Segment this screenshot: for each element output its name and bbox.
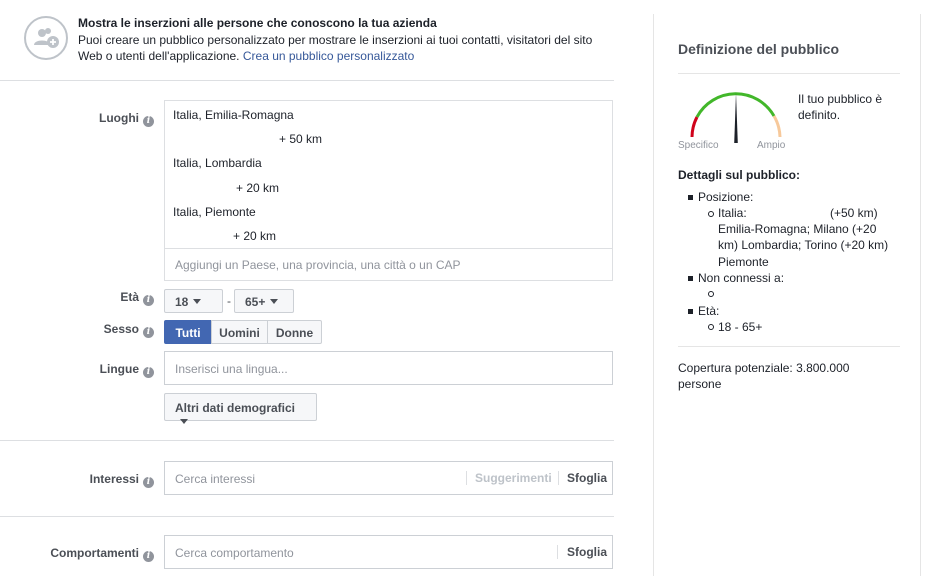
interests-label: Interessi i — [60, 472, 154, 488]
separator — [557, 545, 558, 559]
bullet — [708, 291, 714, 297]
audience-title: Definizione del pubblico — [678, 41, 839, 57]
audience-details-title: Dettagli sul pubblico: — [678, 168, 800, 182]
age-max-dropdown[interactable]: 65+ — [234, 289, 294, 313]
gauge-needle — [734, 93, 738, 143]
info-icon[interactable]: i — [143, 551, 154, 562]
suggestions-link[interactable]: Suggerimenti — [475, 471, 552, 485]
languages-label: Lingue i — [80, 362, 154, 378]
potential-reach: Copertura potenziale: 3.800.000 persone — [678, 361, 850, 391]
custom-audience-banner: Mostra le inserzioni alle persone che co… — [0, 0, 614, 81]
age-min-value: 18 — [175, 295, 189, 309]
gender-men-button[interactable]: Uomini — [211, 320, 268, 344]
panel-divider — [678, 346, 900, 347]
chevron-down-icon — [180, 419, 188, 424]
gauge-label-specific: Specifico — [678, 140, 719, 151]
location-item[interactable]: Italia, Piemonte — [173, 205, 256, 219]
locations-label-text: Luoghi — [99, 111, 139, 125]
browse-interests-link[interactable]: Sfoglia — [567, 471, 607, 485]
info-icon[interactable]: i — [143, 295, 154, 306]
gender-label: Sesso i — [80, 322, 154, 338]
section-divider — [0, 516, 614, 517]
targeting-form: Mostra le inserzioni alle persone che co… — [0, 0, 614, 576]
audience-status: Il tuo pubblico è definito. — [798, 92, 883, 122]
location-item[interactable]: Italia, Emilia-Romagna — [173, 108, 294, 122]
age-label-text: Età — [120, 290, 139, 304]
gender-label-text: Sesso — [103, 322, 139, 336]
interests-label-text: Interessi — [89, 472, 139, 486]
languages-label-text: Lingue — [99, 362, 139, 376]
position-line: km) Lombardia; Torino (+20 km) — [718, 238, 889, 252]
location-radius[interactable]: + 50 km — [279, 132, 322, 146]
position-line: Emilia-Romagna; Milano (+20 — [718, 222, 877, 236]
separator — [466, 471, 467, 485]
section-divider — [0, 440, 614, 441]
age-details-label: Età: — [698, 304, 720, 318]
behaviors-label-text: Comportamenti — [50, 546, 139, 560]
location-search-input[interactable]: Aggiungi un Paese, una provincia, una ci… — [165, 248, 612, 281]
people-add-icon — [24, 16, 68, 60]
language-search-input[interactable]: Inserisci una lingua... — [164, 351, 613, 385]
bullet — [688, 309, 693, 314]
locations-box: Italia, Emilia-Romagna + 50 km Italia, L… — [164, 100, 613, 281]
separator — [558, 471, 559, 485]
location-radius[interactable]: + 20 km — [233, 229, 276, 243]
position-country: Italia: — [718, 206, 747, 220]
info-icon[interactable]: i — [143, 367, 154, 378]
bullet — [708, 211, 714, 217]
audience-gauge — [690, 92, 782, 143]
behaviors-label: Comportamenti i — [30, 546, 154, 562]
gauge-label-broad: Ampio — [757, 140, 786, 151]
locations-label: Luoghi i — [80, 111, 154, 127]
position-radius: (+50 km) — [830, 206, 878, 220]
not-connected-label: Non connessi a: — [698, 271, 785, 285]
behaviors-search-input[interactable]: Cerca comportamento — [164, 535, 613, 569]
age-label: Età i — [80, 290, 154, 306]
position-line: Piemonte — [718, 255, 769, 269]
info-icon[interactable]: i — [143, 327, 154, 338]
position-label: Posizione: — [698, 190, 754, 204]
age-details-value: 18 - 65+ — [718, 320, 763, 334]
chevron-down-icon — [270, 299, 279, 304]
bullet — [688, 276, 693, 281]
audience-definition-panel: Definizione del pubblico Specifico Ampio… — [653, 14, 921, 576]
create-custom-audience-link[interactable]: Crea un pubblico personalizzato — [243, 49, 414, 63]
bullet — [708, 324, 714, 330]
info-icon[interactable]: i — [143, 477, 154, 488]
bullet — [688, 195, 693, 200]
info-icon[interactable]: i — [143, 116, 154, 127]
location-radius[interactable]: + 20 km — [236, 181, 279, 195]
location-item[interactable]: Italia, Lombardia — [173, 156, 262, 170]
age-separator: - — [227, 294, 231, 308]
gender-women-button[interactable]: Donne — [267, 320, 322, 344]
more-demographics-dropdown[interactable]: Altri dati demografici — [164, 393, 317, 424]
more-demographics-label: Altri dati demografici — [175, 401, 296, 415]
chevron-down-icon — [193, 299, 202, 304]
banner-text: Puoi creare un pubblico personalizzato p… — [78, 32, 598, 64]
browse-behaviors-link[interactable]: Sfoglia — [567, 545, 607, 559]
banner-title: Mostra le inserzioni alle persone che co… — [78, 16, 437, 30]
age-min-dropdown[interactable]: 18 — [164, 289, 223, 313]
panel-divider — [678, 73, 900, 74]
age-max-value: 65+ — [245, 295, 266, 309]
gender-all-button[interactable]: Tutti — [164, 320, 212, 344]
